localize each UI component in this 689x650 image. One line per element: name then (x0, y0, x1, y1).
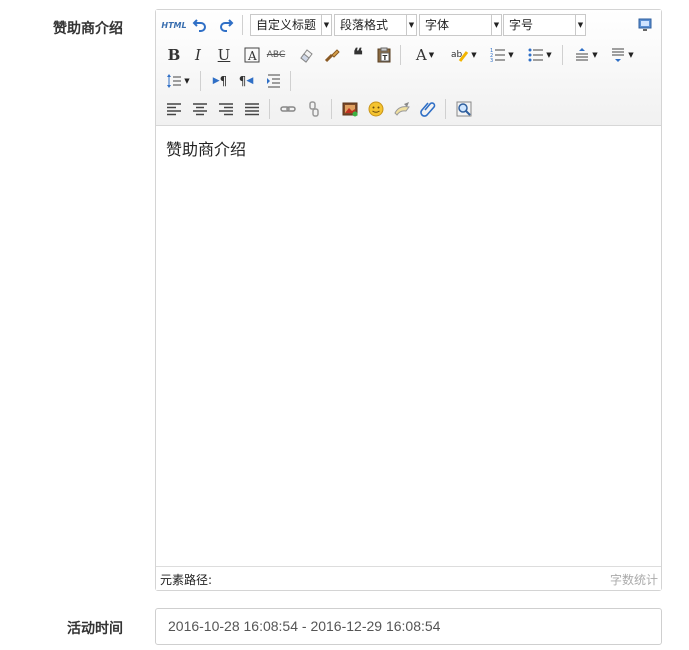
font-size-value: 字号 (509, 18, 534, 32)
element-path-label: 元素路径: (160, 573, 213, 587)
source-html-icon[interactable]: HTML (161, 15, 186, 35)
toolbar-separator (242, 15, 243, 35)
editor-statusbar: 元素路径: 字数统计 (156, 566, 661, 590)
editor-content-text: 赞助商介绍 (166, 140, 247, 159)
font-size-select[interactable]: 字号 ▼ (503, 14, 586, 36)
strikethrough-icon[interactable]: ABC (266, 45, 286, 65)
toolbar-separator (331, 99, 332, 119)
link-icon[interactable] (278, 99, 298, 119)
rich-text-editor: HTML 自定义标题 ▼ 段落格式 ▼ 字体 ▼ 字号 ▼ B I U A AB… (155, 9, 662, 591)
undo-icon[interactable] (190, 15, 210, 35)
search-replace-icon[interactable] (454, 99, 474, 119)
line-height-icon[interactable]: ▼ (162, 71, 194, 91)
underline-icon[interactable]: U (214, 45, 234, 65)
unlink-icon[interactable] (304, 99, 324, 119)
paste-plain-icon[interactable]: T (374, 45, 394, 65)
toolbar-separator (269, 99, 270, 119)
activity-time-range-input[interactable]: 2016-10-28 16:08:54 - 2016-12-29 16:08:5… (155, 608, 662, 645)
scrawl-icon[interactable] (392, 99, 412, 119)
font-family-value: 字体 (425, 18, 450, 32)
font-family-select[interactable]: 字体 ▼ (419, 14, 502, 36)
italic-icon[interactable]: I (188, 45, 208, 65)
custom-title-value: 自定义标题 (256, 18, 317, 32)
svg-text:T: T (383, 54, 388, 62)
word-count-label: 字数统计 (609, 573, 658, 587)
redo-icon[interactable] (216, 15, 236, 35)
toolbar-separator (400, 45, 401, 65)
paragraph-format-value: 段落格式 (340, 18, 389, 32)
chevron-down-icon: ▼ (406, 15, 416, 35)
editor-content-area[interactable]: 赞助商介绍 (156, 127, 661, 567)
align-left-icon[interactable] (164, 99, 184, 119)
blockquote-icon[interactable]: ❝ (348, 45, 368, 66)
font-border-icon[interactable]: A (242, 45, 262, 65)
chevron-down-icon: ▼ (575, 15, 585, 35)
editor-toolbar: HTML 自定义标题 ▼ 段落格式 ▼ 字体 ▼ 字号 ▼ B I U A AB… (156, 10, 661, 126)
chevron-down-icon: ▼ (491, 15, 501, 35)
toolbar-separator (562, 45, 563, 65)
bold-icon[interactable]: B (164, 45, 184, 65)
remove-format-eraser-icon[interactable] (296, 45, 316, 65)
ltr-direction-icon[interactable]: ▶ ¶ (210, 71, 230, 91)
toolbar-separator (290, 71, 291, 91)
highlight-color-icon[interactable]: ab ▼ (448, 45, 480, 65)
rtl-direction-icon[interactable]: ¶ ◀ (236, 71, 256, 91)
chevron-down-icon: ▼ (321, 15, 331, 35)
sponsor-intro-label: 赞助商介绍 (53, 21, 123, 37)
toolbar-separator (200, 71, 201, 91)
svg-text:A: A (247, 49, 257, 63)
paragraph-format-select[interactable]: 段落格式 ▼ (334, 14, 417, 36)
fullscreen-icon[interactable] (635, 15, 655, 35)
align-justify-icon[interactable] (242, 99, 262, 119)
emoticon-icon[interactable] (366, 99, 386, 119)
svg-text:3: 3 (490, 58, 493, 63)
unordered-list-icon[interactable]: ▼ (524, 45, 556, 65)
format-painter-icon[interactable] (322, 45, 342, 65)
insert-image-icon[interactable] (340, 99, 360, 119)
paragraph-spacing-top-icon[interactable]: ▼ (570, 45, 602, 65)
align-right-icon[interactable] (216, 99, 236, 119)
paragraph-spacing-bottom-icon[interactable]: ▼ (606, 45, 638, 65)
activity-time-label: 活动时间 (67, 621, 123, 637)
attachment-icon[interactable] (418, 99, 438, 119)
ordered-list-icon[interactable]: 1 2 3 ▼ (486, 45, 518, 65)
align-center-icon[interactable] (190, 99, 210, 119)
font-color-icon[interactable]: A ▼ (410, 45, 440, 65)
indent-icon[interactable] (264, 71, 284, 91)
custom-title-select[interactable]: 自定义标题 ▼ (250, 14, 332, 36)
toolbar-separator (445, 99, 446, 119)
